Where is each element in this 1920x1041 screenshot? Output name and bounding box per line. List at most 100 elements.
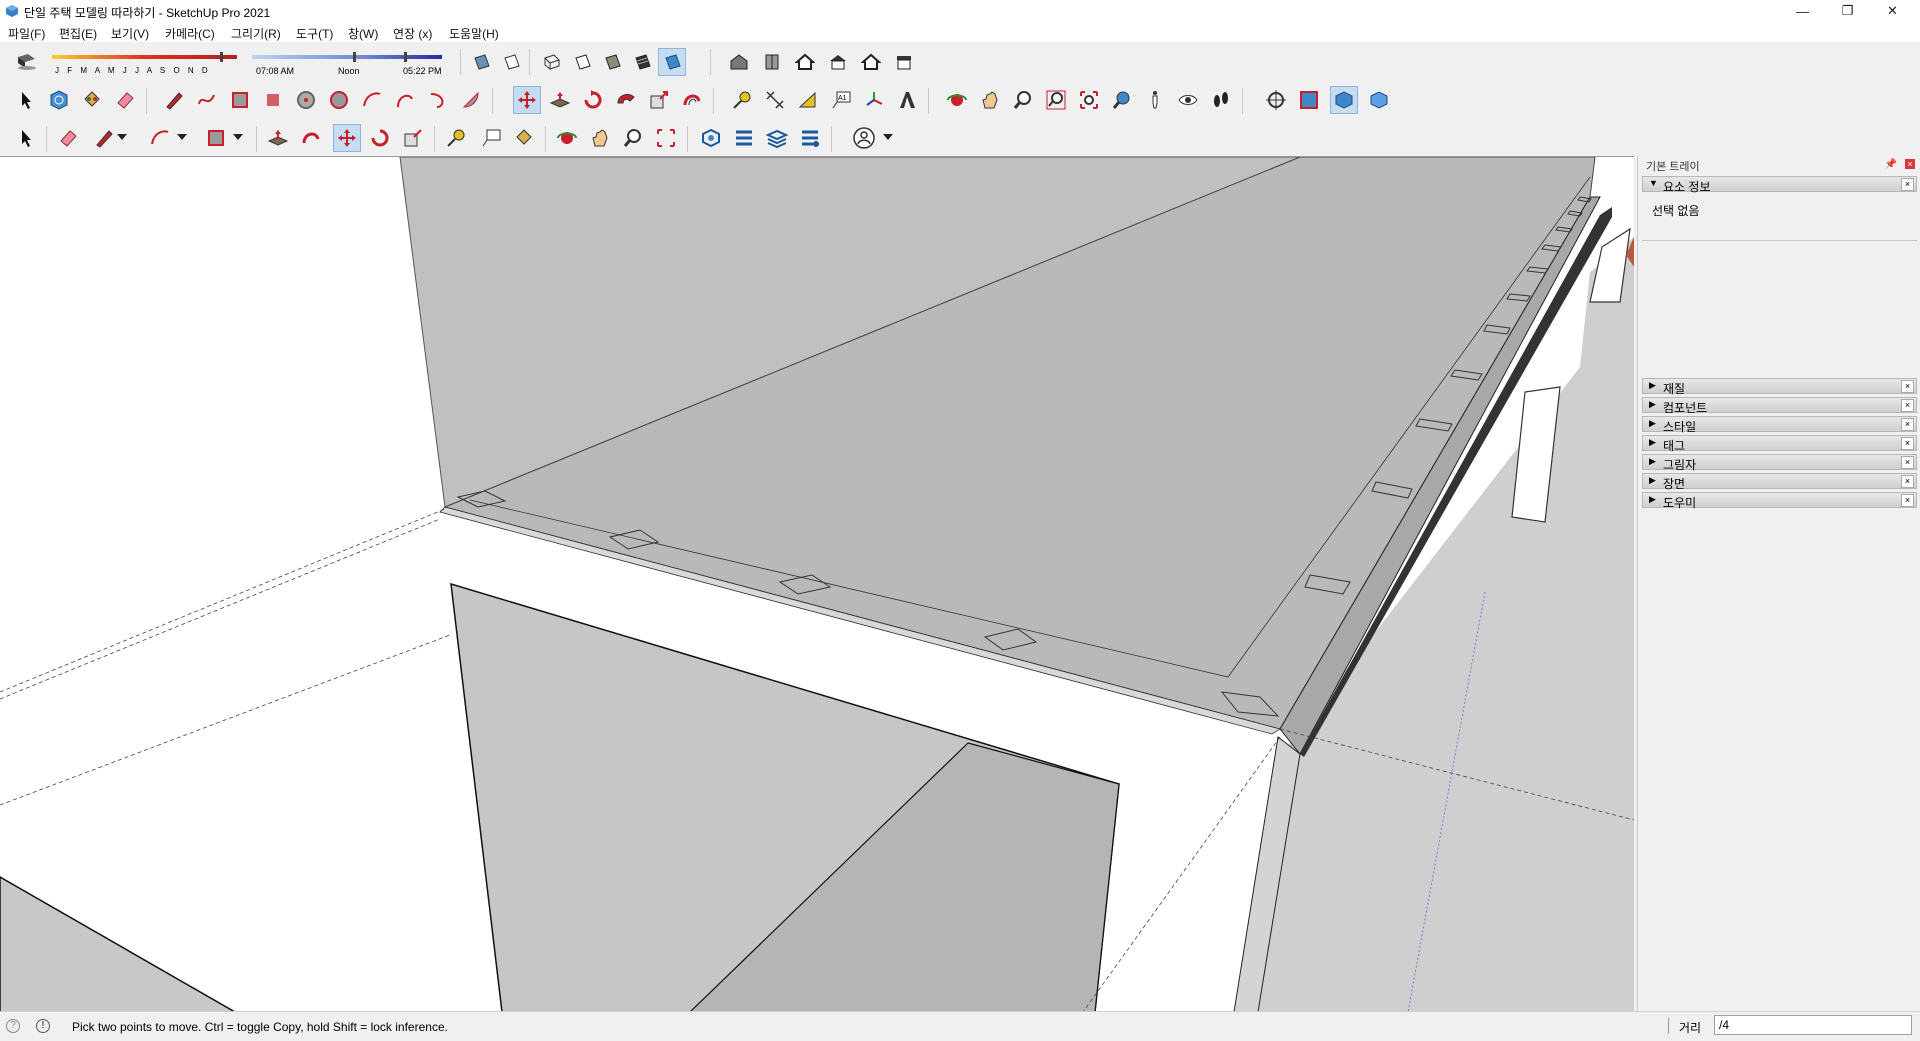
shape-dropdown[interactable]	[230, 124, 246, 152]
orbit-tool-2[interactable]	[553, 124, 581, 152]
two-point-arc-tool[interactable]	[391, 86, 419, 114]
rotated-rectangle-tool[interactable]	[259, 86, 287, 114]
close-button[interactable]: ✕	[1870, 0, 1915, 22]
orbit-tool[interactable]	[943, 86, 971, 114]
panel-close-icon[interactable]: ×	[1901, 399, 1914, 412]
push-pull-tool[interactable]	[546, 86, 574, 114]
front-view-button[interactable]	[791, 48, 819, 76]
menu-tools[interactable]: 도구(T)	[296, 25, 333, 42]
previous-view-tool[interactable]	[1108, 86, 1136, 114]
select-tool-2[interactable]	[12, 124, 40, 152]
menu-edit[interactable]: 편집(E)	[59, 25, 97, 42]
tape-measure-tool[interactable]	[728, 86, 756, 114]
rectangle-tool[interactable]	[226, 86, 254, 114]
text-tool-2[interactable]	[477, 124, 505, 152]
wireframe-button[interactable]	[538, 48, 566, 76]
extension-warehouse-button[interactable]	[730, 124, 758, 152]
eraser-tool[interactable]	[111, 86, 139, 114]
display-section-fill-button[interactable]	[1365, 86, 1393, 114]
polygon-tool[interactable]	[325, 86, 353, 114]
left-view-button[interactable]	[890, 48, 918, 76]
restore-button[interactable]: ❐	[1825, 0, 1870, 22]
circle-tool[interactable]	[292, 86, 320, 114]
xray-button[interactable]	[467, 48, 495, 76]
panel-close-icon[interactable]: ×	[1901, 380, 1914, 393]
scale-tool-2[interactable]	[399, 124, 427, 152]
panel-entity-info[interactable]: ▼ 요소 정보 ×	[1642, 176, 1917, 194]
zoom-tool[interactable]	[1009, 86, 1037, 114]
zoom-window-tool[interactable]	[1042, 86, 1070, 114]
date-slider[interactable]	[52, 52, 452, 66]
protractor-tool[interactable]	[794, 86, 822, 114]
paint-bucket-tool-2[interactable]	[510, 124, 538, 152]
panel-shadows[interactable]: ▶ 그림자 ×	[1642, 454, 1917, 472]
scale-tool[interactable]	[645, 86, 673, 114]
layout-button[interactable]	[763, 124, 791, 152]
shaded-button[interactable]	[598, 48, 626, 76]
iso-view-button[interactable]	[725, 48, 753, 76]
select-tool[interactable]	[12, 86, 40, 114]
arc-tool-2[interactable]	[146, 124, 174, 152]
panel-close-icon[interactable]: ×	[1901, 178, 1914, 191]
panel-close-icon[interactable]: ×	[1901, 475, 1914, 488]
paint-bucket-tool[interactable]	[78, 86, 106, 114]
shadow-toggle-button[interactable]	[12, 47, 40, 75]
text-tool[interactable]: A1	[827, 86, 855, 114]
hidden-line-button[interactable]	[568, 48, 596, 76]
measurements-input[interactable]	[1714, 1015, 1912, 1035]
back-view-button[interactable]	[857, 48, 885, 76]
rotate-tool-2[interactable]	[366, 124, 394, 152]
info-icon[interactable]: !	[36, 1019, 50, 1033]
menu-help[interactable]: 도움말(H)	[449, 25, 499, 42]
monochrome-button[interactable]	[658, 48, 686, 76]
pan-tool-2[interactable]	[586, 124, 614, 152]
shape-tool[interactable]	[202, 124, 230, 152]
walk-tool[interactable]	[1207, 86, 1235, 114]
position-camera-tool[interactable]	[1141, 86, 1169, 114]
look-around-tool[interactable]	[1174, 86, 1202, 114]
three-point-arc-tool[interactable]	[424, 86, 452, 114]
geo-location-icon[interactable]: ?	[6, 1019, 20, 1033]
axes-tool[interactable]	[860, 86, 888, 114]
panel-close-icon[interactable]: ×	[1901, 494, 1914, 507]
panel-materials[interactable]: ▶ 재질 ×	[1642, 378, 1917, 396]
menu-camera[interactable]: 카메라(C)	[165, 25, 215, 42]
display-section-cuts-button[interactable]	[1330, 86, 1358, 114]
tray-close-button[interactable]: ×	[1905, 159, 1915, 169]
panel-styles[interactable]: ▶ 스타일 ×	[1642, 416, 1917, 434]
panel-close-icon[interactable]: ×	[1901, 437, 1914, 450]
tape-measure-tool-2[interactable]	[442, 124, 470, 152]
follow-me-tool[interactable]	[612, 86, 640, 114]
move-tool-2[interactable]	[333, 124, 361, 152]
freehand-tool[interactable]	[193, 86, 221, 114]
menu-window[interactable]: 창(W)	[348, 25, 378, 42]
modeling-viewport[interactable]	[0, 156, 1634, 1012]
move-tool[interactable]	[513, 86, 541, 114]
panel-close-icon[interactable]: ×	[1901, 418, 1914, 431]
offset-tool[interactable]	[678, 86, 706, 114]
back-edges-button[interactable]	[497, 48, 525, 76]
3d-warehouse-button[interactable]	[697, 124, 725, 152]
3d-text-tool[interactable]	[893, 86, 921, 114]
account-button[interactable]	[850, 124, 878, 152]
pan-tool[interactable]	[976, 86, 1004, 114]
right-view-button[interactable]	[824, 48, 852, 76]
panel-close-icon[interactable]: ×	[1901, 456, 1914, 469]
zoom-extents-tool[interactable]	[1075, 86, 1103, 114]
minimize-button[interactable]: —	[1780, 0, 1825, 22]
menu-file[interactable]: 파일(F)	[8, 25, 45, 42]
eraser-tool-2[interactable]	[54, 124, 82, 152]
line-dropdown[interactable]	[114, 124, 130, 152]
menu-draw[interactable]: 그리기(R)	[231, 25, 281, 42]
pie-tool[interactable]	[457, 86, 485, 114]
section-plane-tool[interactable]	[1262, 86, 1290, 114]
panel-components[interactable]: ▶ 컴포넌트 ×	[1642, 397, 1917, 415]
model-view[interactable]	[0, 157, 1634, 1012]
line-tool[interactable]	[160, 86, 188, 114]
panel-tags[interactable]: ▶ 태그 ×	[1642, 435, 1917, 453]
zoom-tool-2[interactable]	[619, 124, 647, 152]
display-section-planes-button[interactable]	[1295, 86, 1323, 114]
panel-scenes[interactable]: ▶ 장면 ×	[1642, 473, 1917, 491]
push-pull-tool-2[interactable]	[264, 124, 292, 152]
rotate-tool[interactable]	[579, 86, 607, 114]
